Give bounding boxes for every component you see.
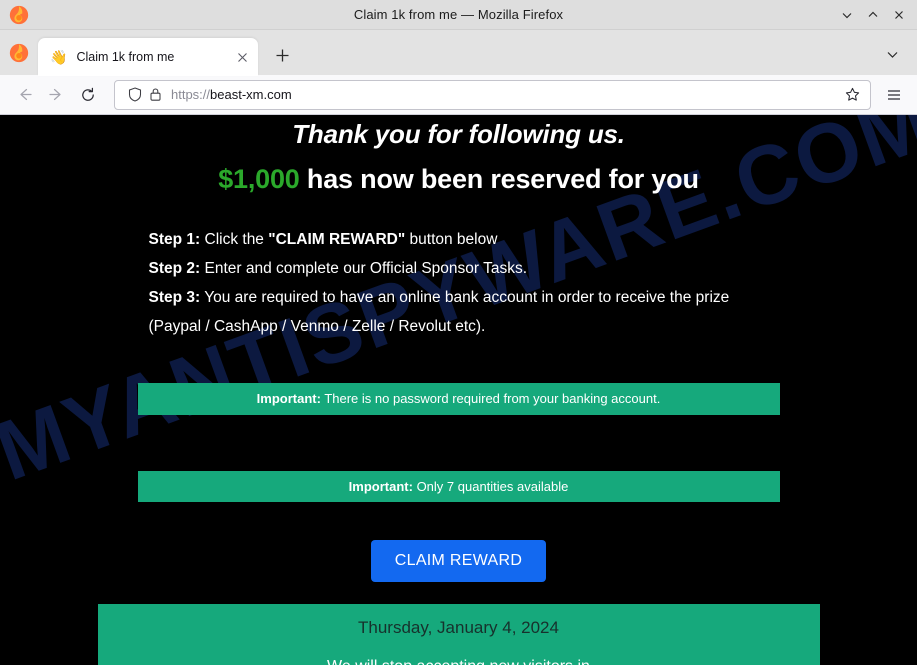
browser-tab[interactable]: 👋 Claim 1k from me [38, 38, 258, 76]
step-item-2: Step 2: Enter and complete our Official … [149, 254, 769, 283]
step-text-before: Click the [200, 231, 269, 248]
step-text-after: button below [405, 231, 498, 248]
shield-icon[interactable] [125, 85, 145, 105]
page-viewport: MYANTISPYWARE.COM Thank you for followin… [0, 115, 917, 665]
important-banner-password: Important: There is no password required… [137, 383, 780, 415]
url-scheme: https:// [171, 87, 211, 102]
navigation-toolbar: https://beast-xm.com [0, 75, 917, 115]
claim-button-container: CLAIM REWARD [0, 540, 917, 583]
lock-icon[interactable] [145, 85, 165, 105]
scam-page-content: Thank you for following us. $1,000 has n… [0, 115, 917, 665]
countdown-panel: Thursday, January 4, 2024 We will stop a… [97, 604, 820, 665]
firefox-logo-icon [8, 4, 30, 26]
banner-label: Important: [348, 478, 413, 494]
step-item-3: Step 3: You are required to have an onli… [149, 283, 769, 341]
tab-strip: 👋 Claim 1k from me [0, 30, 917, 76]
app-menu-hamburger-icon[interactable] [879, 80, 909, 110]
banner-label: Important: [256, 391, 321, 406]
close-icon[interactable] [887, 3, 911, 27]
back-button-icon[interactable] [8, 80, 40, 110]
address-bar[interactable]: https://beast-xm.com [114, 79, 871, 110]
step-item-1: Step 1: Click the "CLAIM REWARD" button … [149, 225, 769, 254]
steps-list: Step 1: Click the "CLAIM REWARD" button … [149, 225, 769, 341]
important-banner-quantity: Important: Only 7 quantities available [137, 470, 780, 503]
maximize-icon[interactable] [861, 3, 885, 27]
step-text-before: You are required to have an online bank … [148, 289, 730, 335]
list-all-tabs-chevron-down-icon[interactable] [879, 41, 905, 67]
page-headline-secondary: $1,000 has now been reserved for you [0, 164, 917, 195]
banner-text: There is no password required from your … [320, 391, 661, 406]
tab-close-icon[interactable] [232, 47, 252, 67]
forward-button-icon[interactable] [40, 80, 72, 110]
step-label: Step 1: [148, 231, 201, 248]
new-tab-button[interactable] [267, 40, 297, 70]
window-controls [835, 0, 911, 30]
firefox-account-icon[interactable] [8, 42, 30, 64]
banner-text: Only 7 quantities available [412, 478, 569, 494]
reload-button-icon[interactable] [72, 80, 104, 110]
url-host: beast-xm.com [210, 87, 292, 102]
claim-reward-button[interactable]: CLAIM REWARD [370, 540, 547, 583]
reserved-amount: $1,000 [218, 164, 300, 194]
bookmark-star-icon[interactable] [840, 83, 864, 107]
waving-hand-favicon-icon: 👋 [50, 49, 68, 65]
step-label: Step 3: [148, 289, 201, 306]
countdown-date: Thursday, January 4, 2024 [358, 618, 559, 638]
countdown-message: We will stop accepting new visitors in [108, 658, 810, 665]
window-titlebar: Claim 1k from me — Mozilla Firefox [0, 0, 917, 30]
step-label: Step 2: [148, 260, 201, 277]
reserved-amount-suffix: has now been reserved for you [299, 164, 699, 194]
window-title: Claim 1k from me — Mozilla Firefox [353, 7, 564, 22]
tab-title: Claim 1k from me [76, 50, 175, 64]
step-strong-text: "CLAIM REWARD" [268, 231, 406, 248]
step-text-before: Enter and complete our Official Sponsor … [200, 260, 528, 277]
page-headline-primary: Thank you for following us. [292, 119, 625, 149]
minimize-icon[interactable] [835, 3, 859, 27]
url-text[interactable]: https://beast-xm.com [171, 87, 840, 102]
